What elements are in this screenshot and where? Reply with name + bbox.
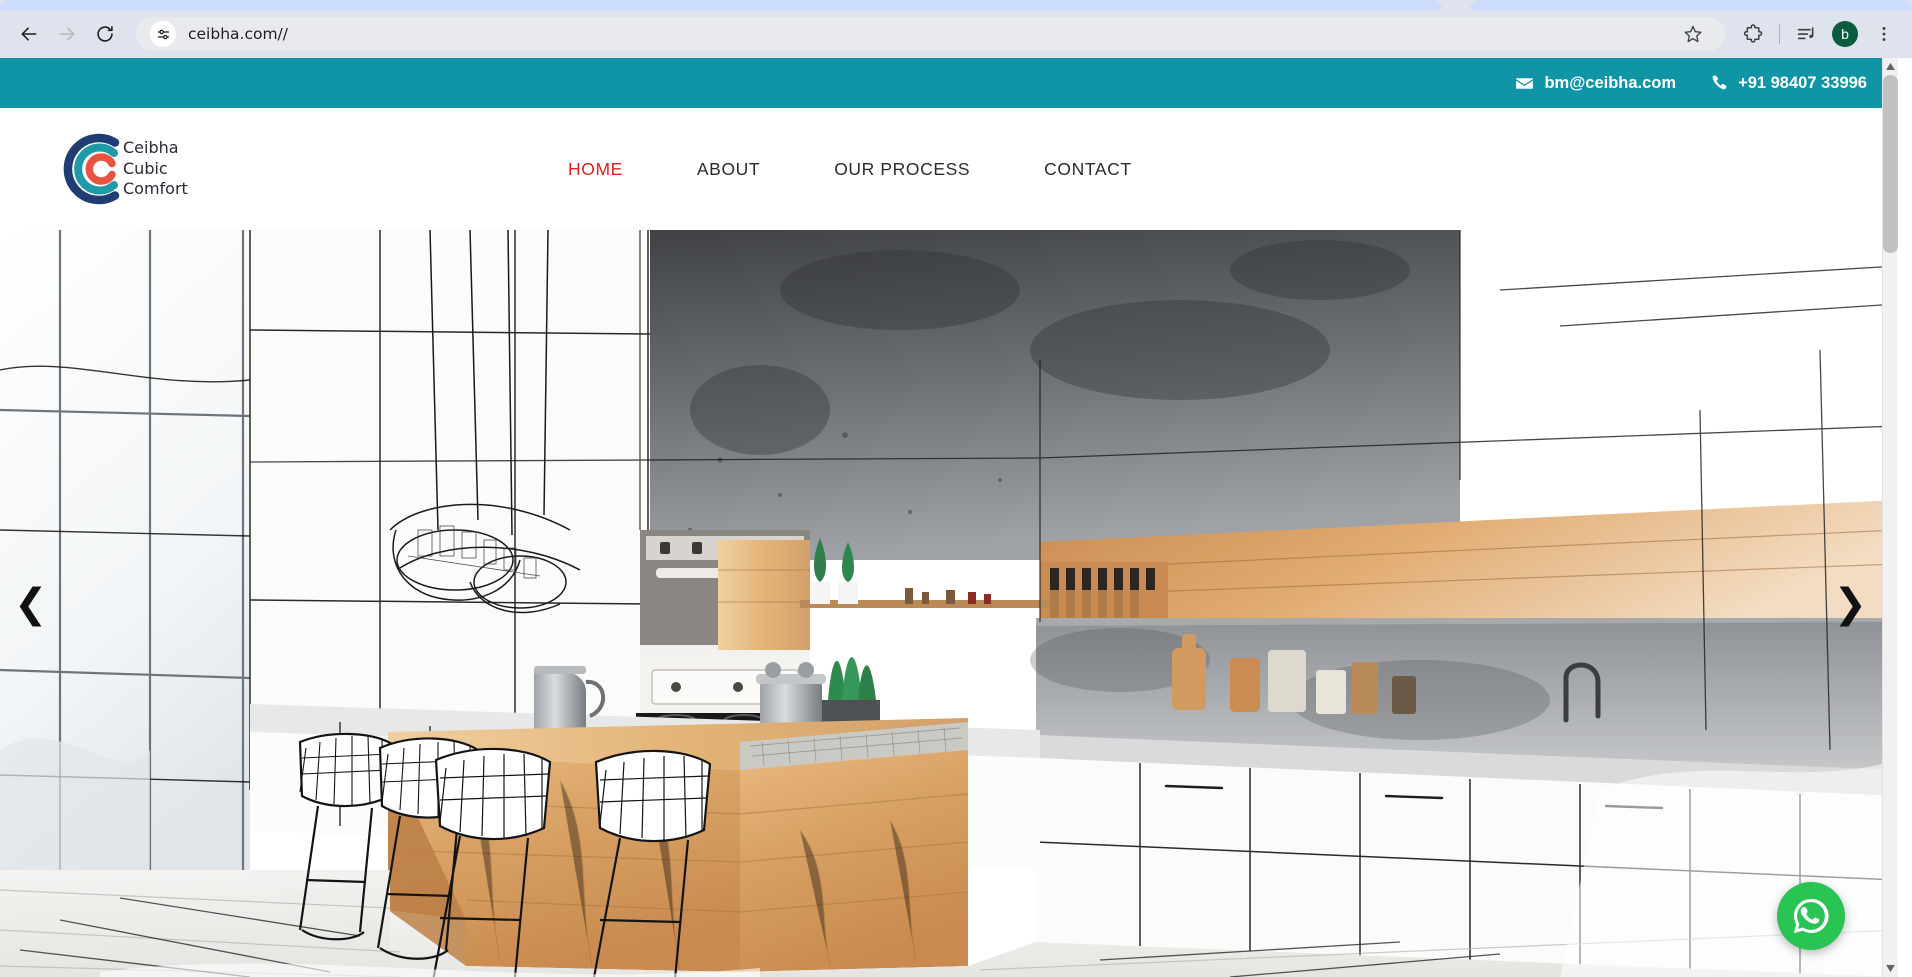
top-contact-bar: bm@ceibha.com +91 98407 33996	[0, 58, 1897, 108]
star-icon	[1684, 25, 1702, 43]
hero-carousel: ❮ ❯	[0, 230, 1897, 977]
scrollbar-thumb[interactable]	[1883, 75, 1898, 253]
chevron-down-icon	[1886, 965, 1895, 972]
logo-wordmark: Ceibha Cubic Comfort	[123, 138, 188, 199]
phone-glyph	[1712, 75, 1727, 90]
reload-icon	[97, 26, 113, 42]
media-controls-button[interactable]	[1788, 16, 1824, 52]
kitchen-illustration	[0, 230, 1897, 977]
logo-line-3: Comfort	[123, 179, 188, 199]
site-logo[interactable]: Ceibha Cubic Comfort	[60, 133, 188, 205]
logo-line-1: Ceibha	[123, 138, 179, 158]
url-text: ceibha.com//	[188, 25, 289, 43]
whatsapp-chat-button[interactable]	[1777, 882, 1845, 950]
tab-strip	[0, 0, 1912, 10]
nav-item-contact[interactable]: CONTACT	[1044, 159, 1131, 180]
toolbar-divider	[1779, 24, 1780, 44]
site-header: Ceibha Cubic Comfort HOME ABOUT OUR PROC…	[0, 108, 1897, 230]
back-arrow-icon	[21, 27, 37, 41]
chrome-menu-button[interactable]	[1866, 16, 1902, 52]
forward-button[interactable]	[48, 15, 86, 53]
whatsapp-icon	[1793, 898, 1829, 934]
carousel-prev-arrow-icon[interactable]: ❮	[14, 584, 48, 624]
forward-arrow-icon	[59, 27, 75, 41]
three-dots-vertical-icon	[1882, 27, 1886, 41]
nav-item-about[interactable]: ABOUT	[697, 159, 760, 180]
logo-arcs-icon	[63, 133, 120, 205]
phone-contact[interactable]: +91 98407 33996	[1710, 74, 1867, 93]
email-text: bm@ceibha.com	[1544, 73, 1677, 92]
envelope-glyph	[1516, 77, 1534, 89]
email-contact[interactable]: bm@ceibha.com	[1515, 74, 1676, 93]
phone-text: +91 98407 33996	[1738, 73, 1867, 92]
main-navigation: HOME ABOUT OUR PROCESS CONTACT	[568, 159, 1132, 180]
hero-kitchen-image	[0, 230, 1897, 977]
page-viewport: bm@ceibha.com +91 98407 33996 Ceibha Cub…	[0, 58, 1912, 977]
phone-icon	[1710, 74, 1728, 92]
envelope-icon	[1515, 74, 1534, 93]
scrollbar-down-arrow[interactable]	[1883, 960, 1898, 977]
page-scrollbar[interactable]	[1882, 58, 1898, 977]
reload-button[interactable]	[86, 15, 124, 53]
chevron-up-icon	[1886, 63, 1895, 70]
browser-tab-secondary[interactable]	[1470, 0, 1912, 10]
site-settings-icon[interactable]	[150, 21, 176, 47]
logo-line-2: Cubic	[123, 158, 168, 178]
music-note-list-icon	[1797, 26, 1813, 39]
website-body: bm@ceibha.com +91 98407 33996 Ceibha Cub…	[0, 58, 1898, 977]
browser-tab-active[interactable]	[0, 0, 1442, 10]
browser-chrome: ceibha.com// b	[0, 0, 1912, 58]
carousel-next-arrow-icon[interactable]: ❯	[1833, 584, 1867, 624]
back-button[interactable]	[10, 15, 48, 53]
bookmark-star-icon[interactable]	[1675, 16, 1711, 52]
nav-item-home[interactable]: HOME	[568, 159, 623, 180]
extensions-button[interactable]	[1735, 16, 1771, 52]
profile-avatar[interactable]: b	[1832, 21, 1858, 47]
nav-item-our-process[interactable]: OUR PROCESS	[834, 159, 970, 180]
browser-toolbar: ceibha.com// b	[0, 10, 1912, 58]
puzzle-piece-icon	[1743, 23, 1762, 43]
address-bar[interactable]: ceibha.com//	[136, 17, 1725, 51]
tune-sliders-icon	[157, 29, 169, 39]
scrollbar-up-arrow[interactable]	[1883, 58, 1898, 75]
